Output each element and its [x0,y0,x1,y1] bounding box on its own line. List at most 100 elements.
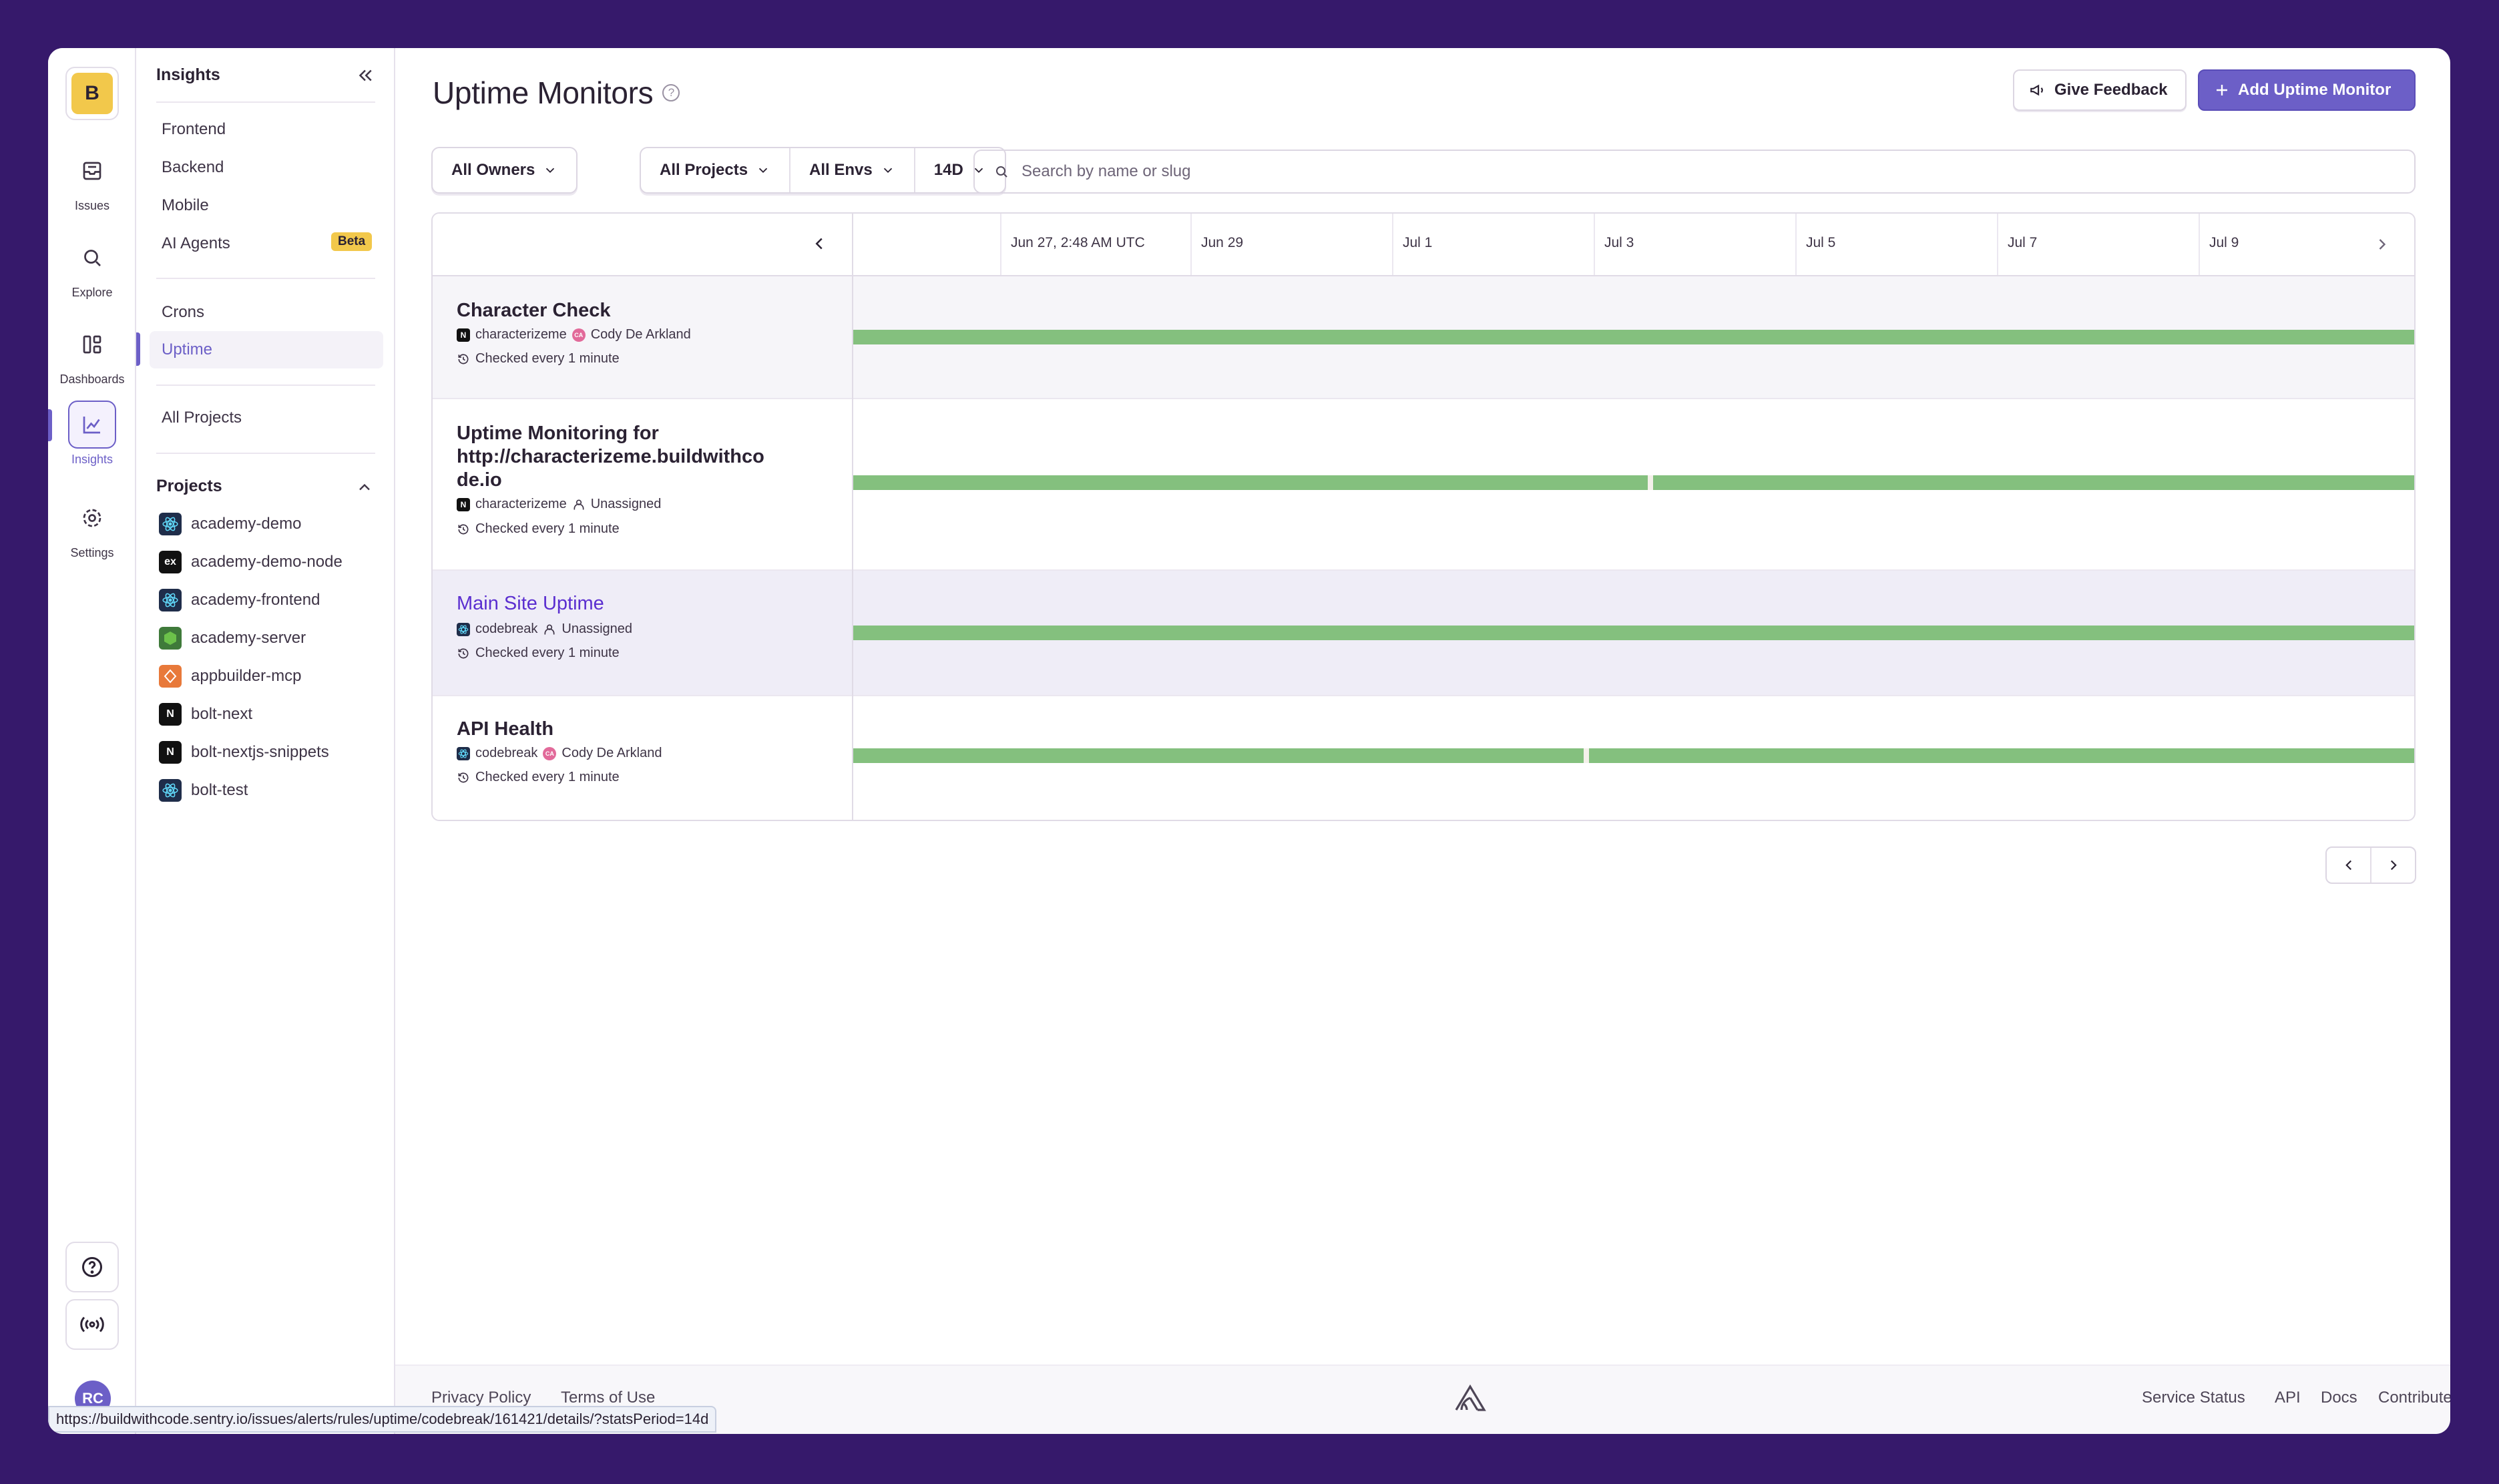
timeline-tick: Jul 7 [2008,235,2038,250]
collapse-sidebar-button[interactable] [355,65,375,85]
chevron-up-icon[interactable] [355,478,374,497]
sidebar-item-all-projects[interactable]: All Projects [162,409,242,427]
owner-filter: All Owners [431,147,578,194]
search-input[interactable]: Search by name or slug [973,150,2416,194]
api-link[interactable]: API [2275,1389,2301,1407]
gridline [1795,214,1797,275]
inbox-icon [68,147,116,195]
link-status-bar: https://buildwithcode.sentry.io/issues/a… [48,1406,717,1433]
chevron-right-icon [2379,239,2386,250]
react-icon [457,622,470,636]
uptime-bar[interactable] [853,748,2414,763]
uptime-gap[interactable] [1584,748,1589,763]
nav-item-settings[interactable]: Settings [48,494,136,560]
project-item[interactable]: N bolt-nextjs-snippets [159,741,329,764]
pagination [2325,846,2416,884]
column-separator [852,214,853,820]
search-icon [996,166,1007,178]
org-switcher[interactable]: B [65,67,119,120]
sidebar-item-backend[interactable]: Backend [162,158,224,177]
project-item[interactable]: academy-frontend [159,589,320,611]
monitor-meta: N characterizeme CA Cody De Arkland [457,327,691,342]
double-chevron-left-icon [359,69,372,81]
envs-dropdown[interactable]: All Envs [790,148,915,192]
monitor-name[interactable]: Character Check [457,299,804,322]
table-row[interactable]: Uptime Monitoring for http://characteriz… [433,399,2414,571]
monitor-interval: Checked every 1 minute [457,770,620,785]
monitor-meta: codebreak Unassigned [457,622,632,637]
contribute-link[interactable]: Contribute [2378,1389,2450,1407]
react-icon [159,513,182,535]
project-item[interactable]: academy-server [159,627,306,650]
nav-item-insights[interactable]: Insights [48,401,136,467]
sidebar-item-uptime[interactable]: Uptime [162,340,212,359]
table-row[interactable]: Character Check N characterizeme CA Cody… [433,276,2414,399]
chart-icon [68,401,116,449]
sidebar-item-mobile[interactable]: Mobile [162,196,209,215]
user-avatar-icon: CA [572,328,586,342]
history-icon [458,523,469,534]
divider [156,453,375,454]
give-feedback-button[interactable]: Give Feedback [2013,69,2187,111]
page-title: Uptime Monitors ? [433,75,680,111]
uptime-gap[interactable] [1648,475,1653,490]
divider [156,385,375,386]
history-icon [458,353,469,364]
project-item[interactable]: bolt-test [159,779,248,802]
divider [156,101,375,103]
table-row[interactable]: API Health codebreak CA Cody De Arkland … [433,696,2414,820]
terms-link[interactable]: Terms of Use [561,1389,655,1407]
nav-item-explore[interactable]: Explore [48,234,136,300]
question-icon[interactable]: ? [662,84,680,101]
monitor-meta: N characterizeme Unassigned [457,497,661,512]
uptime-bar[interactable] [853,475,2414,490]
table-row[interactable]: Main Site Uptime codebreak Unassigned Ch… [433,571,2414,696]
project-item[interactable]: N bolt-next [159,703,252,726]
timeline-tick: Jul 3 [1604,235,1634,250]
uptime-bar[interactable] [853,626,2414,640]
service-status-link[interactable]: Service Status [2142,1389,2245,1407]
uptime-bar[interactable] [853,330,2414,344]
node-icon [159,627,182,650]
sentry-logo-icon[interactable] [1454,1383,1486,1413]
user-icon [574,499,584,509]
monitor-name[interactable]: API Health [457,718,804,741]
project-item[interactable]: appbuilder-mcp [159,665,301,688]
nav-rail: B Issues Explore Dashboards Insights Set… [48,48,136,1434]
sidebar-item-crons[interactable]: Crons [162,303,204,322]
nav-item-dashboards[interactable]: Dashboards [48,320,136,387]
docs-link[interactable]: Docs [2321,1389,2357,1407]
projects-header[interactable]: Projects [156,477,222,496]
gridline [1190,214,1192,275]
mcp-icon [159,665,182,688]
add-uptime-monitor-button[interactable]: Add Uptime Monitor [2198,69,2416,111]
chevron-right-icon [2390,860,2397,871]
search-icon [68,234,116,282]
projects-dropdown[interactable]: All Projects [641,148,791,192]
project-item[interactable]: ex academy-demo-node [159,551,343,573]
project-item[interactable]: academy-demo [159,513,301,535]
timeline-header: Jun 27, 2:48 AM UTC Jun 29 Jul 1 Jul 3 J… [433,214,2414,276]
prev-page-button[interactable] [2327,848,2371,883]
sidebar-title: Insights [156,65,220,84]
chevron-left-icon [815,238,823,250]
timeline-prev-button[interactable] [809,234,829,254]
monitor-name-link[interactable]: Main Site Uptime [457,592,804,615]
owners-dropdown[interactable]: All Owners [433,148,576,192]
timeline-next-button[interactable] [2373,235,2392,254]
sidebar-item-ai-agents[interactable]: AI Agents [162,234,230,253]
sidebar-item-frontend[interactable]: Frontend [162,120,226,139]
history-icon [458,648,469,658]
nextjs-icon: N [159,741,182,764]
broadcast-button[interactable] [65,1299,119,1350]
monitor-name[interactable]: Uptime Monitoring for http://characteriz… [457,422,804,492]
react-icon [159,589,182,611]
help-button[interactable] [65,1242,119,1292]
timeline-tick: Jul 9 [2209,235,2239,250]
privacy-policy-link[interactable]: Privacy Policy [431,1389,531,1407]
next-page-button[interactable] [2371,848,2415,883]
uptime-timeline-table: Character Check N characterizeme CA Cody… [431,212,2416,821]
react-icon [457,746,470,760]
gridline [1000,214,1001,275]
nav-item-issues[interactable]: Issues [48,147,136,213]
